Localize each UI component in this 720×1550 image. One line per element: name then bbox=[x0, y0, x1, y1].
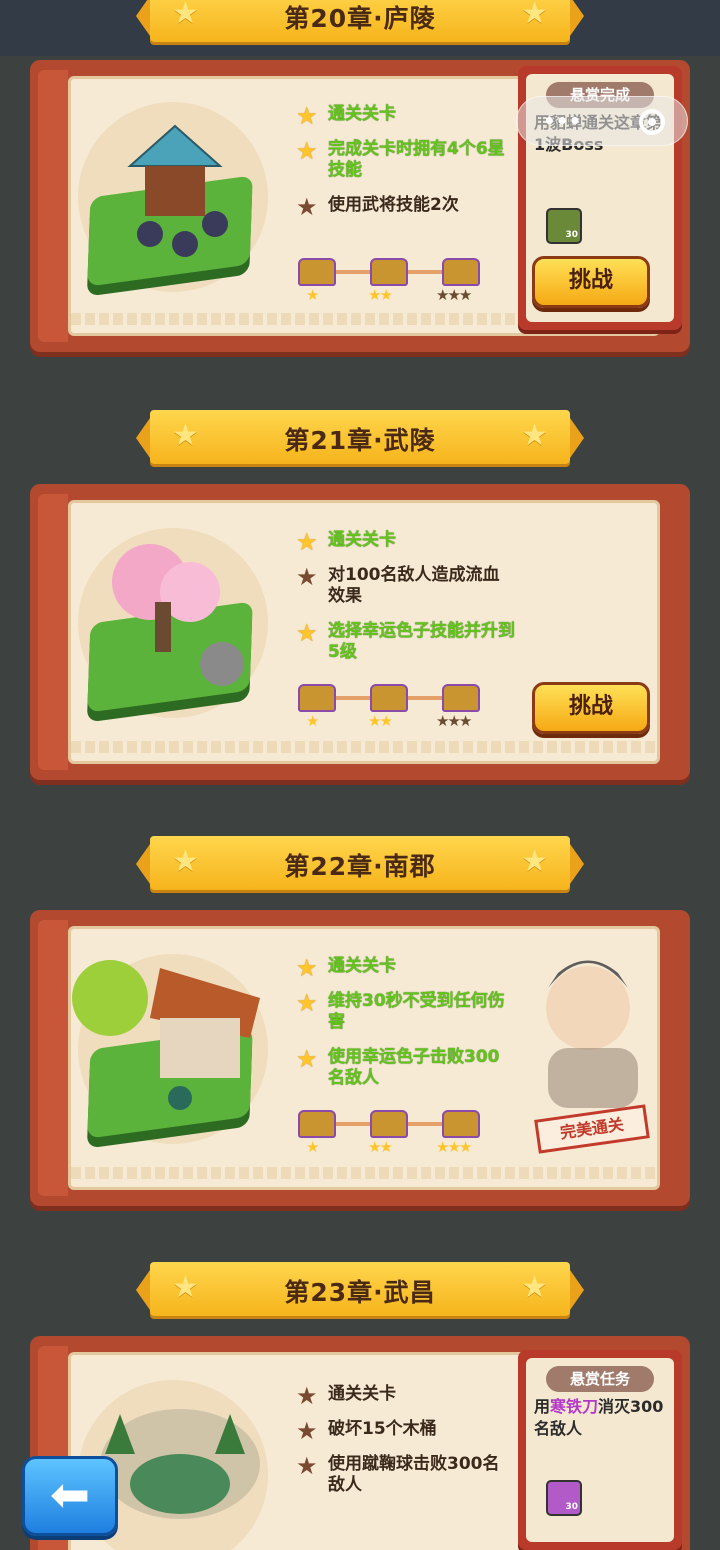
chapter-22-chest-track: ★ ★★ ★★★ bbox=[296, 1110, 496, 1160]
banner-star-icon: ★ bbox=[521, 418, 548, 453]
banner-star-icon: ★ bbox=[521, 1270, 548, 1305]
chapter-20-banner: ★ 第20章·庐陵 ★ bbox=[136, 0, 584, 42]
star-icon: ★ bbox=[296, 563, 318, 591]
star-icon: ★ bbox=[296, 1452, 318, 1480]
chapter-21-chest-track: ★ ★★ ★★★ bbox=[296, 684, 496, 734]
pavilion-icon bbox=[127, 124, 228, 257]
task-item: ★ 完成关卡时拥有4个6星技能 bbox=[296, 139, 516, 181]
chapter-22-banner: ★ 第22章·南郡 ★ bbox=[136, 836, 584, 890]
chest-stars: ★★★ bbox=[436, 286, 472, 304]
chapter-21-tasks: ★ 通关关卡 ★ 对100名敌人造成流血效果 ★ 选择幸运色子技能并升到5级 bbox=[296, 530, 516, 677]
star-icon: ★ bbox=[296, 989, 318, 1017]
chest-icon[interactable] bbox=[298, 258, 336, 286]
task-item: ★ 通关关卡 bbox=[296, 528, 516, 556]
task-label: 通关关卡 bbox=[328, 956, 396, 976]
bounty-text: 用寒铁刀消灭300名敌人 bbox=[534, 1396, 666, 1440]
chest-icon[interactable] bbox=[370, 1110, 408, 1138]
task-label: 维持30秒不受到任何伤害 bbox=[328, 991, 505, 1032]
check-reward-icon: 30 bbox=[546, 208, 582, 244]
task-item: ★ 通关关卡 bbox=[296, 102, 516, 130]
task-item: ★ 通关关卡 bbox=[296, 1382, 516, 1410]
star-icon: ★ bbox=[296, 619, 318, 647]
chest-stars: ★★★ bbox=[436, 1138, 472, 1156]
star-icon: ★ bbox=[296, 1382, 318, 1410]
bounty-card-23: 悬赏任务 用寒铁刀消灭300名敌人 30 bbox=[518, 1350, 682, 1550]
banner-star-icon: ★ bbox=[521, 844, 548, 879]
chest-stars: ★★ bbox=[368, 286, 393, 304]
task-item: ★ 选择幸运色子技能并升到5级 bbox=[296, 621, 516, 663]
chapter-22-tasks: ★ 通关关卡 ★ 维持30秒不受到任何伤害 ★ 使用幸运色子击败300名敌人 bbox=[296, 956, 516, 1103]
cherry-tree-icon bbox=[112, 544, 244, 686]
task-label: 选择幸运色子技能并升到5级 bbox=[328, 621, 515, 662]
task-item: ★ 对100名敌人造成流血效果 bbox=[296, 565, 516, 607]
chapter-20-scene-image bbox=[60, 96, 290, 316]
chest-icon[interactable] bbox=[298, 684, 336, 712]
star-icon: ★ bbox=[296, 137, 318, 165]
banner-star-icon: ★ bbox=[521, 0, 548, 31]
star-icon: ★ bbox=[296, 1417, 318, 1445]
chest-icon[interactable] bbox=[442, 1110, 480, 1138]
chapter-title: 第20章·庐陵 bbox=[284, 4, 436, 33]
chapter-21-banner: ★ 第21章·武陵 ★ bbox=[136, 410, 584, 464]
chapter-20-chest-track: ★ ★★ ★★★ bbox=[296, 258, 496, 308]
more-icon[interactable]: ••• bbox=[543, 109, 581, 133]
task-label: 使用蹴鞠球击败300名敌人 bbox=[328, 1454, 500, 1495]
task-item: ★ 使用幸运色子击败300名敌人 bbox=[296, 1047, 516, 1089]
task-label: 通关关卡 bbox=[328, 1384, 396, 1404]
chest-icon[interactable] bbox=[298, 1110, 336, 1138]
chapter-21-scene-image bbox=[60, 522, 290, 742]
reward-count: 30 bbox=[565, 230, 578, 240]
task-item: ★ 使用蹴鞠球击败300名敌人 bbox=[296, 1454, 516, 1496]
chest-icon[interactable] bbox=[442, 258, 480, 286]
task-item: ★ 通关关卡 bbox=[296, 954, 516, 982]
reward-count: 30 bbox=[565, 1502, 578, 1512]
challenge-button-20[interactable]: 挑战 bbox=[532, 256, 650, 308]
house-icon bbox=[72, 960, 260, 1110]
chest-icon[interactable] bbox=[442, 684, 480, 712]
chapter-title: 第22章·南郡 bbox=[284, 852, 436, 881]
chest-stars: ★ bbox=[306, 1138, 320, 1156]
task-label: 对100名敌人造成流血效果 bbox=[328, 565, 500, 606]
task-label: 使用幸运色子击败300名敌人 bbox=[328, 1047, 500, 1088]
chapter-title: 第21章·武陵 bbox=[284, 426, 436, 455]
chest-stars: ★ bbox=[306, 286, 320, 304]
challenge-button-21[interactable]: 挑战 bbox=[532, 682, 650, 734]
hero-portrait-icon bbox=[546, 960, 638, 1108]
chapter-22-scene-image bbox=[60, 948, 290, 1168]
chest-icon[interactable] bbox=[370, 684, 408, 712]
task-label: 使用武将技能2次 bbox=[328, 195, 459, 215]
bounty-weapon-name: 寒铁刀 bbox=[550, 1397, 599, 1416]
star-icon: ★ bbox=[296, 528, 318, 556]
close-miniprogram-icon[interactable] bbox=[639, 109, 665, 135]
chapter-23-tasks: ★ 通关关卡 ★ 破坏15个木桶 ★ 使用蹴鞠球击败300名敌人 bbox=[296, 1384, 516, 1510]
task-label: 破坏15个木桶 bbox=[328, 1419, 437, 1439]
task-item: ★ 维持30秒不受到任何伤害 bbox=[296, 991, 516, 1033]
chest-stars: ★★★ bbox=[436, 712, 472, 730]
bounty-tag: 悬赏任务 bbox=[546, 1366, 654, 1392]
miniprogram-capsule[interactable]: ••• bbox=[516, 96, 688, 146]
star-icon: ★ bbox=[296, 193, 318, 221]
task-label: 完成关卡时拥有4个6星技能 bbox=[328, 139, 505, 180]
star-icon: ★ bbox=[296, 102, 318, 130]
task-label: 通关关卡 bbox=[328, 104, 396, 124]
chest-icon[interactable] bbox=[370, 258, 408, 286]
task-label: 通关关卡 bbox=[328, 530, 396, 550]
star-icon: ★ bbox=[296, 954, 318, 982]
chapter-20-tasks: ★ 通关关卡 ★ 完成关卡时拥有4个6星技能 ★ 使用武将技能2次 bbox=[296, 104, 516, 230]
back-arrow-icon: ⬅ bbox=[49, 1467, 91, 1523]
task-item: ★ 使用武将技能2次 bbox=[296, 193, 516, 221]
bounty-text-pre: 用 bbox=[534, 1397, 551, 1416]
chapter-title: 第23章·武昌 bbox=[284, 1278, 436, 1307]
bounty-paper: 悬赏任务 用寒铁刀消灭300名敌人 30 bbox=[526, 1358, 674, 1542]
chest-stars: ★★ bbox=[368, 712, 393, 730]
star-icon: ★ bbox=[296, 1045, 318, 1073]
back-button[interactable]: ⬅ bbox=[22, 1456, 118, 1536]
chest-stars: ★★ bbox=[368, 1138, 393, 1156]
hero-reward-icon: 30 bbox=[546, 1480, 582, 1516]
task-item: ★ 破坏15个木桶 bbox=[296, 1417, 516, 1445]
chest-stars: ★ bbox=[306, 712, 320, 730]
chapter-23-banner: ★ 第23章·武昌 ★ bbox=[136, 1262, 584, 1316]
